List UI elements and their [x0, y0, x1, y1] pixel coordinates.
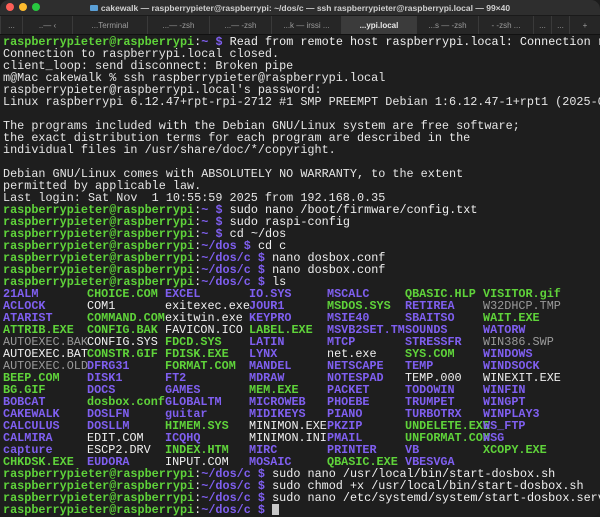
folder-icon: [89, 4, 98, 11]
close-button[interactable]: [6, 3, 14, 11]
tab[interactable]: ..— ‹: [22, 16, 72, 34]
title-bar[interactable]: cakewalk — raspberrypieter@raspberrypi: …: [0, 0, 600, 15]
command-text: Read from remote host raspberrypi.local:…: [229, 35, 600, 49]
command-text: nano dosbox.conf: [272, 263, 386, 277]
cursor: [272, 504, 280, 515]
tab-bar: ... ..— ‹ ...Terminal ...— -zsh ...— -zsh...…: [0, 15, 600, 35]
ls-file: XCOPY.EXE: [483, 443, 547, 457]
new-tab-button[interactable]: +: [569, 16, 600, 34]
tab[interactable]: ...— -zsh: [209, 16, 271, 34]
tab[interactable]: ...: [533, 16, 551, 34]
command-text: sudo nano /etc/systemd/system/start-dosb…: [272, 491, 600, 505]
output-line: Linux raspberrypi 6.12.47+rpt-rpi-2712 #…: [3, 95, 600, 109]
prompt-dollar: $: [257, 503, 265, 517]
prompt-user: raspberrypieter@raspberrypi: [3, 503, 195, 517]
window-controls: [6, 3, 40, 11]
tab[interactable]: ...— -zsh: [147, 16, 209, 34]
zoom-button[interactable]: [32, 3, 40, 11]
terminal-window: cakewalk — raspberrypieter@raspberrypi: …: [0, 0, 600, 517]
prompt-path: ~/dos/c: [201, 503, 251, 517]
prompt-path: ~/dos/c: [201, 275, 251, 289]
output-line: individual files in /usr/share/doc/*/cop…: [3, 143, 336, 157]
tab[interactable]: ...: [0, 16, 22, 34]
prompt-line: raspberrypieter@raspberrypi:~/dos/c $: [3, 504, 600, 516]
tab[interactable]: ...s — -zsh: [416, 16, 478, 34]
terminal-output[interactable]: raspberrypieter@raspberrypi:~ $ Read fro…: [3, 36, 600, 516]
tab[interactable]: ...k — irssi ...: [271, 16, 341, 34]
window-title-text: cakewalk — raspberrypieter@raspberrypi: …: [100, 2, 511, 13]
tab[interactable]: ...ypi.local: [341, 16, 416, 34]
tab[interactable]: - -zsh ...: [478, 16, 533, 34]
tab[interactable]: ...: [551, 16, 569, 34]
tab[interactable]: ...Terminal: [72, 16, 147, 34]
minimize-button[interactable]: [19, 3, 27, 11]
window-title: cakewalk — raspberrypieter@raspberrypi: …: [89, 2, 511, 13]
